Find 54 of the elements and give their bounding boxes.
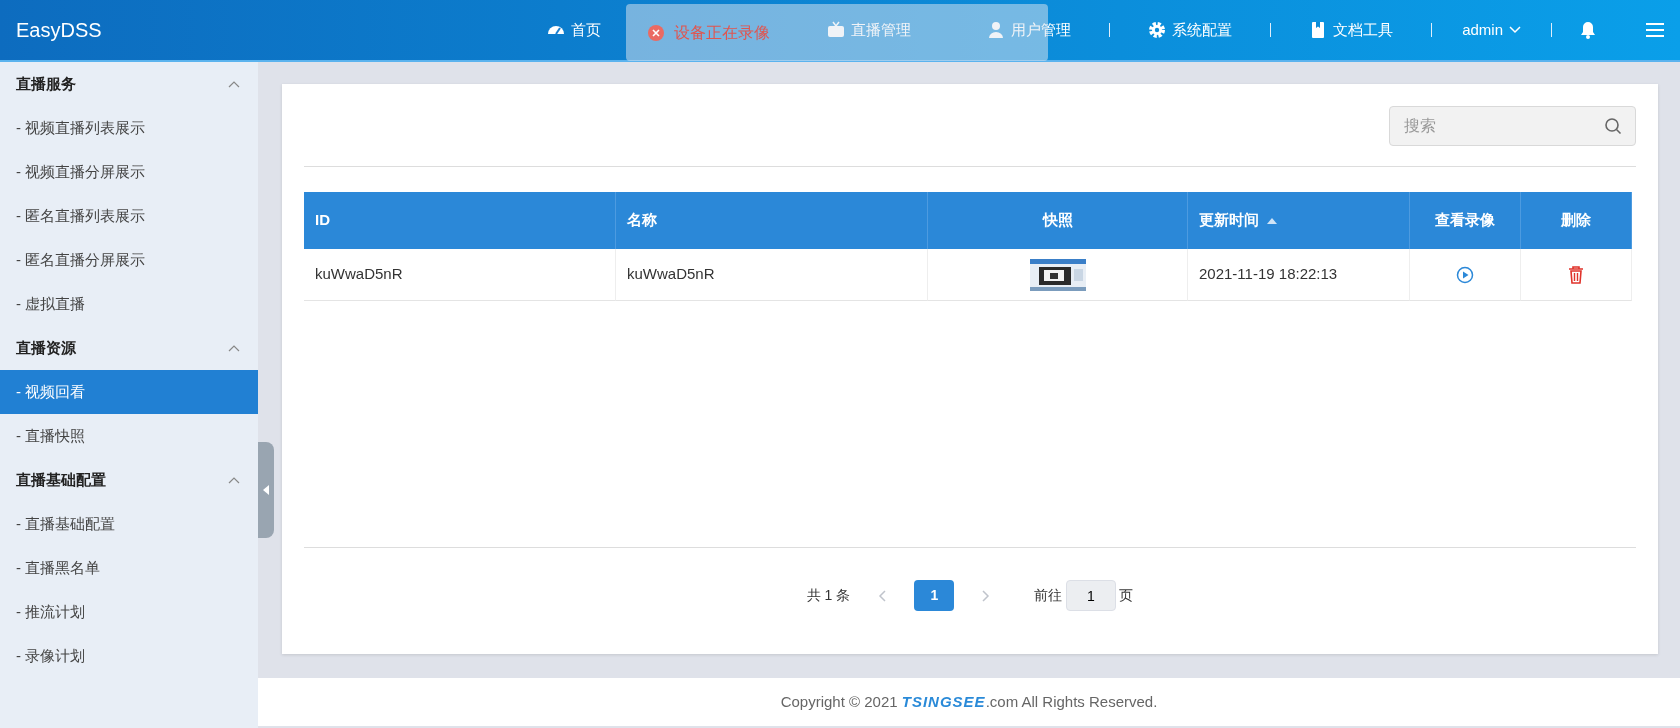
error-icon	[648, 24, 664, 41]
copyright-text: .com All Rights Reserved.	[985, 691, 1158, 712]
chevron-left-icon	[878, 589, 887, 602]
sidebar-group-header[interactable]: 直播资源	[0, 326, 258, 370]
sidebar-item[interactable]: - 匿名直播分屏展示	[0, 238, 258, 282]
play-button[interactable]	[1456, 264, 1474, 285]
page-button[interactable]: 1	[914, 580, 955, 611]
tv-icon	[827, 21, 846, 39]
sidebar-item[interactable]: - 视频直播列表展示	[0, 106, 258, 150]
chevron-icon	[228, 476, 240, 484]
collapse-handle[interactable]	[258, 442, 274, 538]
sidebar-item[interactable]: - 录像计划	[0, 634, 258, 678]
sidebar-item[interactable]: - 视频回看	[0, 370, 258, 414]
sidebar-item[interactable]: - 直播快照	[0, 414, 258, 458]
chevron-icon	[228, 80, 240, 88]
sidebar-group-header[interactable]: 直播服务	[0, 62, 258, 106]
column-header[interactable]: 查看录像	[1410, 192, 1521, 249]
table-cell: 2021-11-19 18:22:13	[1188, 249, 1410, 301]
total-count: 共 1 条	[806, 586, 851, 605]
page-input[interactable]: 1	[1065, 580, 1116, 611]
sidebar-item[interactable]: - 视频直播分屏展示	[0, 150, 258, 194]
brand-logo: TSINGSEE	[901, 691, 986, 712]
sidebar-item[interactable]: - 直播黑名单	[0, 546, 258, 590]
sidebar-item[interactable]: - 推流计划	[0, 590, 258, 634]
bell-icon	[1580, 21, 1596, 39]
sidebar-item[interactable]: - 直播基础配置	[0, 502, 258, 546]
user-icon	[987, 21, 1006, 39]
column-header[interactable]: 更新时间	[1188, 192, 1410, 249]
page-suffix: 页	[1119, 586, 1134, 605]
delete-button[interactable]	[1568, 264, 1584, 285]
nav-link[interactable]: 首页	[509, 18, 608, 42]
table-cell: kuWwaD5nR	[304, 249, 616, 301]
search-icon	[1604, 117, 1622, 135]
triangle-left-icon	[263, 485, 269, 495]
table-cell: kuWwaD5nR	[616, 249, 928, 301]
sidebar-group-header[interactable]: 直播基础配置	[0, 458, 258, 502]
trash-icon	[1568, 266, 1584, 285]
search-field[interactable]: 搜索	[1389, 106, 1636, 146]
brand-name: EasyDSS	[15, 18, 103, 43]
sidebar-item[interactable]: - 虚拟直播	[0, 282, 258, 326]
chevron-right-icon	[982, 589, 991, 602]
goto-label: 前往	[1034, 586, 1063, 605]
copyright-text: Copyright © 2021	[780, 691, 899, 712]
column-header[interactable]: 名称	[616, 192, 928, 249]
column-header[interactable]: 快照	[928, 192, 1188, 249]
column-header[interactable]: 删除	[1521, 192, 1632, 249]
caret-icon	[1509, 26, 1521, 34]
gear-icon	[1148, 21, 1167, 39]
column-header[interactable]: ID	[304, 192, 616, 249]
play-circle-icon	[1456, 266, 1474, 285]
chevron-icon	[228, 344, 240, 352]
menu-icon	[1646, 22, 1664, 38]
toast-text: 设备正在录像	[674, 22, 770, 43]
sidebar-item[interactable]: - 匿名直播列表展示	[0, 194, 258, 238]
